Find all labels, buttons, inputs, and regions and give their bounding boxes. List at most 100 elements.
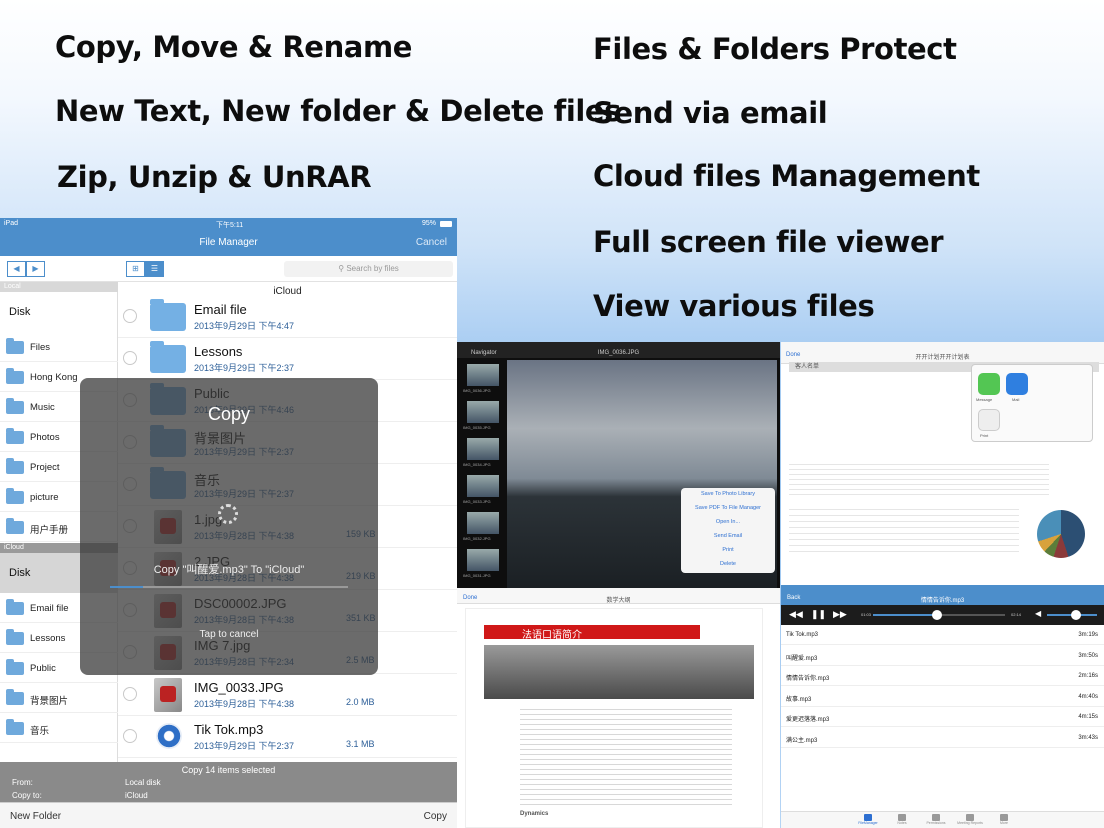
photo-title: IMG_0036.JPG xyxy=(597,350,640,356)
forward-arrow-icon[interactable]: ▶ xyxy=(26,261,45,277)
sidebar-item[interactable]: 背景图片 xyxy=(0,683,118,713)
tab-item[interactable]: Meeting Reports xyxy=(953,812,987,828)
thumbnail-image xyxy=(467,549,499,571)
doc-heading-band xyxy=(484,625,700,639)
volume-thumb[interactable] xyxy=(1071,610,1081,620)
tap-to-cancel[interactable]: Tap to cancel xyxy=(80,629,378,640)
hud-title: Copy xyxy=(207,404,251,424)
track-row[interactable]: 叫醒爱.mp3 3m:50s xyxy=(781,646,1104,666)
bottom-bar: New Folder Copy xyxy=(0,802,457,828)
file-date: 2013年9月29日 下午2:37 xyxy=(194,741,295,751)
photo-menu-item[interactable]: Delete xyxy=(681,561,775,567)
sidebar-item[interactable]: Files xyxy=(0,332,118,362)
grid-view-icon[interactable]: ⊞ xyxy=(126,261,145,277)
checkbox-icon[interactable] xyxy=(123,687,137,701)
nav-bar: File Manager Cancel xyxy=(0,230,457,256)
track-row[interactable]: 故事.mp3 4m:40s xyxy=(781,687,1104,707)
file-row[interactable]: IMG_0033.JPG 2013年9月28日 下午4:38 2.0 MB xyxy=(118,674,457,716)
thumbnail[interactable]: IMG_0034.JPG xyxy=(461,436,505,471)
player-controls: ◀◀ ❚❚ ▶▶ 01:03 02:14 ◀ xyxy=(781,605,1104,625)
seek-thumb[interactable] xyxy=(932,610,942,620)
track-row[interactable]: 情情告诉你.mp3 2m:16s xyxy=(781,666,1104,686)
sidebar-item-label: 背景图片 xyxy=(30,696,69,707)
checkbox-icon[interactable] xyxy=(123,309,137,323)
file-name: Tik Tok.mp3 xyxy=(194,722,264,737)
seek-fill xyxy=(873,614,937,616)
folder-icon xyxy=(6,599,24,615)
copy-button[interactable]: Copy xyxy=(424,811,447,822)
print-icon[interactable] xyxy=(978,409,1000,431)
file-date: 2013年9月29日 下午2:37 xyxy=(194,363,295,373)
thumbnail-label: IMG_0031.JPG xyxy=(463,573,491,578)
from-value: Local disk xyxy=(125,778,161,787)
battery-label: 95% xyxy=(422,220,437,227)
folder-icon xyxy=(150,341,186,373)
track-name: 情情告诉你.mp3 xyxy=(786,676,830,682)
tab-item[interactable]: FileManager xyxy=(851,812,885,828)
tab-item[interactable]: More xyxy=(987,812,1021,828)
track-row[interactable]: 爱更迟落落.mp3 4m:15s xyxy=(781,707,1104,727)
thumbnail[interactable]: IMG_0033.JPG xyxy=(461,473,505,508)
file-size: 2.0 MB xyxy=(346,697,375,707)
search-input[interactable]: ⚲ Search by files xyxy=(284,261,453,277)
file-row[interactable]: Tik Tok.mp3 2013年9月29日 下午2:37 3.1 MB xyxy=(118,716,457,758)
photo-menu-item[interactable]: Open In... xyxy=(681,519,775,525)
file-row[interactable]: Lessons 2013年9月29日 下午2:37 xyxy=(118,338,457,380)
photo-menu-item[interactable]: Save PDF To File Manager xyxy=(681,505,775,511)
music-tab-bar: FileManager Notes Permissions Meeting Repor… xyxy=(781,811,1104,828)
sidebar-item-label: Music xyxy=(30,402,55,413)
copy-summary: Copy 14 items selected xyxy=(181,765,276,775)
pause-icon[interactable]: ❚❚ xyxy=(811,609,826,620)
track-name: 故事.mp3 xyxy=(786,696,812,703)
folder-icon xyxy=(6,398,24,414)
folder-icon xyxy=(6,428,24,444)
checkbox-icon[interactable] xyxy=(123,351,137,365)
tab-icon xyxy=(932,814,940,821)
file-row[interactable]: Email file 2013年9月29日 下午4:47 xyxy=(118,296,457,338)
share-mail-label: Mail xyxy=(1012,397,1020,402)
message-icon[interactable] xyxy=(978,373,1000,395)
volume-icon: ◀ xyxy=(1035,609,1042,618)
doc-body-text xyxy=(520,705,732,807)
tab-item[interactable]: Permissions xyxy=(919,812,953,828)
sidebar-item-label: Project xyxy=(30,462,60,473)
spinner-icon xyxy=(218,504,238,524)
image-file-icon xyxy=(154,678,182,712)
time-elapsed: 01:03 xyxy=(861,612,872,617)
doc-page: 法语口语简介 Dynamics xyxy=(465,608,763,828)
thumbnail[interactable]: IMG_0032.JPG xyxy=(461,510,505,545)
share-message-label: Message xyxy=(976,397,993,402)
photo-menu-item[interactable]: Save To Photo Library xyxy=(681,491,775,497)
tab-item[interactable]: Notes xyxy=(885,812,919,828)
checkbox-icon[interactable] xyxy=(123,729,137,743)
photo-menu-item[interactable]: Print xyxy=(681,547,775,553)
folder-icon xyxy=(6,518,24,534)
folder-icon xyxy=(150,299,186,331)
track-row[interactable]: 满公主.mp3 3m:43s xyxy=(781,728,1104,748)
sidebar-local-disk[interactable]: Disk xyxy=(0,292,118,332)
mail-icon[interactable] xyxy=(1006,373,1028,395)
thumbnail[interactable]: IMG_0035.JPG xyxy=(461,399,505,434)
rewind-icon[interactable]: ◀◀ xyxy=(789,609,803,620)
back-arrow-icon[interactable]: ◀ xyxy=(7,261,26,277)
folder-icon xyxy=(6,488,24,504)
tab-label: FileManager xyxy=(858,821,878,825)
progress-track xyxy=(110,586,348,588)
thumbnail[interactable]: IMG_0036.JPG xyxy=(461,362,505,397)
feature-viewer: Full screen file viewer xyxy=(593,225,944,259)
photo-menu-item[interactable]: Send Email xyxy=(681,533,775,539)
pie-chart-graphic xyxy=(1037,510,1085,558)
toolbar: ◀ ▶ ⊞ ☰ ⚲ Search by files xyxy=(0,256,457,282)
battery-icon xyxy=(440,221,452,227)
sheet-title: 开开计划开开计划表 xyxy=(915,355,970,361)
list-view-icon[interactable]: ☰ xyxy=(145,261,164,277)
folder-icon xyxy=(6,659,24,675)
cancel-button[interactable]: Cancel xyxy=(416,237,447,248)
file-date: 2013年9月28日 下午4:38 xyxy=(194,699,295,709)
sidebar-item[interactable]: 音乐 xyxy=(0,713,118,743)
thumbnail[interactable]: IMG_0031.JPG xyxy=(461,547,505,582)
fast-forward-icon[interactable]: ▶▶ xyxy=(833,609,847,620)
sidebar-item-label: Files xyxy=(30,342,51,353)
track-row[interactable]: Tik Tok.mp3 3m:19s xyxy=(781,625,1104,645)
new-folder-button[interactable]: New Folder xyxy=(10,811,61,822)
